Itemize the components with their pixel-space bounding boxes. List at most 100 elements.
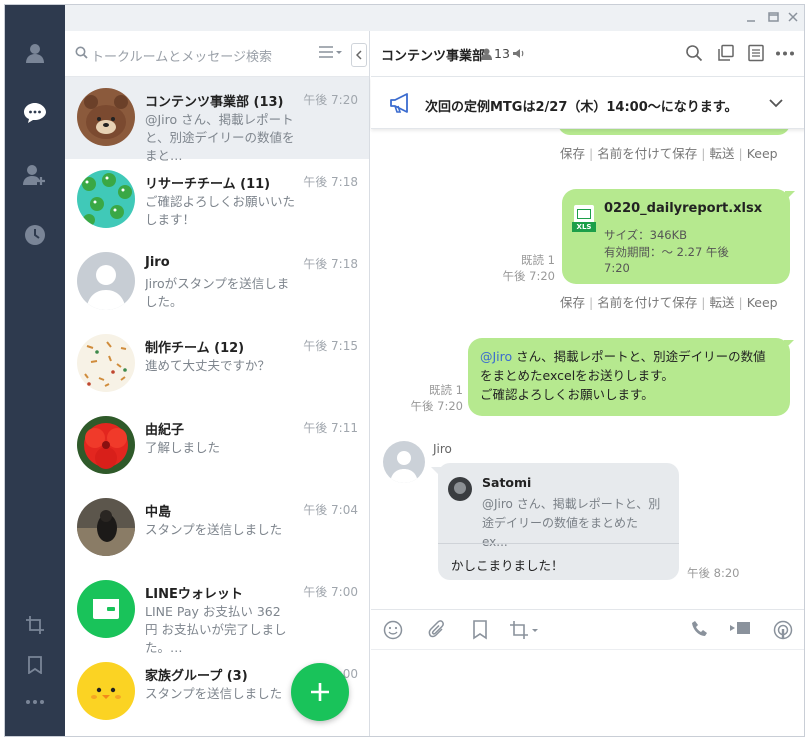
speaker-icon [512, 49, 524, 58]
avatar [77, 88, 135, 146]
file-read-meta: 既読 1 午後 7:20 [499, 252, 555, 284]
chat-room-title: コンテンツ事業部 [381, 49, 486, 64]
plus-icon [311, 683, 329, 701]
quote-divider [438, 543, 679, 544]
message-time: 午後 8:20 [687, 566, 740, 580]
reply-message-bubble[interactable]: Satomi @Jiro さん、掲載レポートと、別途デイリーの数値をまとめたex… [431, 463, 679, 580]
mention-link[interactable]: @Jiro [480, 349, 512, 364]
album-icon[interactable] [747, 44, 765, 62]
attach-icon[interactable] [427, 620, 447, 640]
chat-name: 由紀子 [145, 423, 185, 438]
close-icon[interactable] [785, 9, 801, 25]
forward-link[interactable]: 転送 [707, 146, 736, 161]
file-actions: 保存 | 名前を付けて保存 | 転送 | Keep [558, 295, 780, 310]
quote-sender: Satomi [482, 475, 532, 490]
chat-preview: 進めて大丈夫ですか？ [145, 358, 271, 373]
member-count[interactable]: 13 [481, 46, 524, 61]
message-text: さん、掲載レポートと、別途デイリーの数値をまとめたexcelをお送りします。 [480, 349, 766, 383]
keep-icon[interactable] [472, 620, 488, 640]
chat-preview: LINE Pay お支払い 362 円 お支払いが完了しました。… [145, 604, 287, 655]
chat-list-item[interactable]: Jiro 午後 7:18 Jiroがスタンプを送信しました。 [65, 241, 369, 323]
chat-name: リサーチチーム (11) [145, 177, 271, 192]
msg-read-meta: 既読 1 午後 7:20 [405, 382, 463, 414]
announcement-banner[interactable]: 次回の定例MTGは2/27（木）14:00～になります。 [371, 77, 804, 129]
bookmark-icon[interactable] [5, 645, 65, 685]
voice-call-icon[interactable] [691, 620, 709, 638]
save-as-link[interactable]: 名前を付けて保存 [595, 146, 699, 161]
chat-preview: スタンプを送信しました [145, 522, 283, 537]
notes-icon[interactable] [717, 44, 735, 62]
emoji-icon[interactable] [383, 620, 403, 640]
xlsx-file-icon: XLS [572, 205, 596, 232]
chat-header: コンテンツ事業部 13 [371, 31, 804, 77]
save-link[interactable]: 保存 [558, 295, 587, 310]
quote-avatar [448, 477, 472, 501]
chat-preview: ご確認よろしくお願いいたします！ [145, 194, 295, 227]
default-user-icon [390, 451, 418, 483]
chat-list-item[interactable]: リサーチチーム (11) 午後 7:18 ご確認よろしくお願いいたします！ [65, 159, 369, 241]
search-icon[interactable] [685, 44, 703, 62]
file-message-bubble[interactable]: XLS 0220_dailyreport.xlsx サイズ：346KB 有効期間… [562, 189, 795, 284]
chat-list-item[interactable]: 由紀子 午後 7:11 了解しました [65, 405, 369, 487]
chat-list-item[interactable]: 中島 午後 7:04 スタンプを送信しました [65, 487, 369, 569]
avatar [77, 170, 135, 228]
forward-link[interactable]: 転送 [707, 295, 736, 310]
avatar [77, 662, 135, 720]
file-name: 0220_dailyreport.xlsx [604, 201, 763, 216]
chats-icon[interactable] [5, 93, 65, 133]
read-receipt: 既読 1 [429, 383, 463, 397]
chat-list-item[interactable]: LINEウォレット 午後 7:00 LINE Pay お支払い 362 円 お支払い… [65, 569, 369, 655]
file-expiry: 有効期間：～ 2.27 午後 7:20 [604, 245, 729, 275]
announcement-text: 次回の定例MTGは2/27（木）14:00～になります。 [425, 100, 738, 115]
chat-time: 午後 7:00 [303, 585, 358, 599]
message-text-line2: ご確認よろしくお願いします。 [480, 387, 654, 402]
keep-link[interactable]: Keep [745, 146, 780, 161]
search-input[interactable]: トークルームとメッセージ検索 [91, 46, 272, 65]
new-chat-button[interactable] [291, 663, 349, 721]
chat-time: 午後 7:11 [303, 421, 358, 435]
more-options-icon[interactable] [775, 51, 795, 56]
message-time: 午後 7:20 [502, 269, 555, 283]
collapse-list-button[interactable] [351, 43, 367, 67]
chat-time: 午後 7:15 [303, 339, 358, 353]
nav-rail [5, 5, 65, 736]
chat-time: 午後 7:18 [303, 175, 358, 189]
chat-time: 午後 7:18 [303, 257, 358, 271]
add-friend-icon[interactable] [5, 155, 65, 195]
live-icon[interactable] [773, 620, 793, 640]
chat-name: LINEウォレット [145, 587, 243, 602]
avatar [77, 580, 135, 638]
avatar[interactable] [383, 441, 425, 483]
chevron-down-icon[interactable] [769, 99, 783, 108]
crop-icon[interactable] [5, 605, 65, 645]
search-icon [75, 46, 88, 59]
message-input[interactable] [371, 649, 804, 736]
bubble-tail [431, 467, 441, 477]
search-bar[interactable]: トークルームとメッセージ検索 [65, 31, 369, 77]
chat-list-item[interactable]: 制作チーム (12) 午後 7:15 進めて大丈夫ですか？ [65, 323, 369, 405]
friends-icon[interactable] [5, 33, 65, 73]
window-title-bar [65, 5, 804, 31]
keep-link[interactable]: Keep [745, 295, 780, 310]
maximize-icon[interactable] [765, 9, 781, 25]
chat-name: Jiro [145, 255, 170, 270]
minimize-icon[interactable] [743, 9, 759, 25]
text-message-bubble[interactable]: @Jiro さん、掲載レポートと、別途デイリーの数値をまとめたexcelをお送り… [468, 338, 794, 416]
video-call-icon[interactable] [729, 620, 751, 636]
list-menu-icon[interactable] [318, 45, 342, 59]
chat-list-item[interactable]: コンテンツ事業部 (13) 午後 7:20 @Jiro さん、掲載レポートと、別途デ… [65, 77, 369, 163]
history-icon[interactable] [5, 215, 65, 255]
more-icon[interactable] [5, 682, 65, 722]
save-as-link[interactable]: 名前を付けて保存 [595, 295, 699, 310]
xls-badge: XLS [572, 222, 596, 232]
bubble-tail [784, 340, 794, 350]
chat-preview: Jiroがスタンプを送信しました。 [145, 276, 290, 309]
screenshot-icon[interactable] [509, 620, 539, 640]
save-link[interactable]: 保存 [558, 146, 587, 161]
member-count-label: 13 [494, 46, 510, 61]
chat-name: 制作チーム (12) [145, 341, 245, 356]
avatar [77, 334, 135, 392]
previous-file-bubble[interactable] [558, 129, 790, 135]
avatar [77, 252, 135, 310]
read-receipt: 既読 1 [521, 253, 555, 267]
